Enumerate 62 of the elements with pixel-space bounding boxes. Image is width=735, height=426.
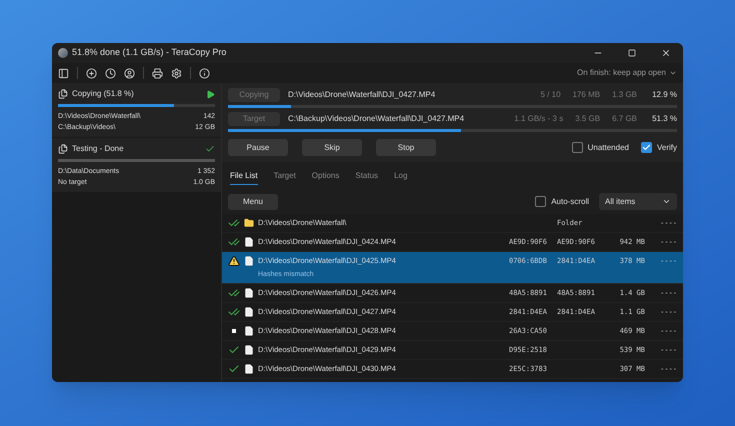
tab[interactable]: Log xyxy=(394,170,408,185)
file-icon xyxy=(244,288,254,298)
progress-stat: 176 MB xyxy=(572,89,600,101)
play-icon xyxy=(206,90,215,98)
file-icon xyxy=(244,345,254,355)
checkbox[interactable] xyxy=(535,196,546,207)
on-finish-dropdown[interactable]: On finish: keep app open xyxy=(577,67,677,79)
clock-icon[interactable] xyxy=(105,68,116,78)
file-icon xyxy=(244,307,254,317)
file-icon xyxy=(244,237,254,247)
double-check-icon xyxy=(228,236,240,248)
warning-icon xyxy=(228,255,240,267)
progress-stat: 3.5 GB xyxy=(575,113,600,125)
checkbox-label: Auto-scroll xyxy=(551,196,589,208)
job-title: Testing - Done xyxy=(72,143,124,155)
progress-percent: 51.3 % xyxy=(651,113,677,125)
chevron-down-icon xyxy=(669,69,677,77)
check-icon xyxy=(228,344,240,356)
checkbox[interactable] xyxy=(640,142,652,153)
sidebar-toggle-icon[interactable] xyxy=(58,68,69,78)
square-icon xyxy=(232,329,236,333)
close-icon xyxy=(661,48,671,58)
files-icon xyxy=(58,89,68,99)
progress-stat: 6.7 GB xyxy=(612,113,637,125)
folder-icon xyxy=(244,218,254,228)
checkbox-label: Unattended xyxy=(588,142,629,154)
info-icon[interactable] xyxy=(199,68,210,78)
tab[interactable]: Target xyxy=(274,170,296,185)
double-check-icon xyxy=(228,287,240,299)
file-path: C:\Backup\Videos\Drone\Waterfall\DJI_0427.MP4 xyxy=(288,113,464,125)
tab[interactable]: Options xyxy=(312,170,340,185)
double-check-icon xyxy=(228,306,240,318)
progress-percent: 12.9 % xyxy=(651,89,677,101)
settings-icon[interactable] xyxy=(171,68,182,78)
job-title: Copying (51.8 %) xyxy=(72,88,134,100)
action-button[interactable]: Stop xyxy=(376,139,436,156)
file-icon xyxy=(244,256,254,266)
app-logo-icon xyxy=(58,48,68,58)
tab[interactable]: File List xyxy=(230,170,258,185)
checkbox-label: Verify xyxy=(656,142,677,154)
progress-stat: 1.3 GB xyxy=(612,89,637,101)
tab[interactable]: Status xyxy=(355,170,378,185)
user-icon[interactable] xyxy=(124,68,135,78)
chevron-down-icon xyxy=(662,197,671,206)
maximize-icon xyxy=(628,49,636,57)
window-title: 51.8% done (1.1 GB/s) - TeraCopy Pro xyxy=(72,46,226,60)
filter-dropdown[interactable]: All items xyxy=(599,193,677,210)
file-icon xyxy=(244,364,254,374)
printer-icon[interactable] xyxy=(152,68,163,78)
files-icon xyxy=(58,144,68,154)
check-icon xyxy=(228,363,240,375)
file-icon xyxy=(244,326,254,336)
checkbox[interactable] xyxy=(572,142,583,153)
action-button[interactable]: Pause xyxy=(228,139,288,156)
progress-stat: 5 / 10 xyxy=(540,89,561,101)
double-check-icon xyxy=(228,217,240,229)
check-icon xyxy=(205,144,215,154)
menu-button[interactable]: Menu xyxy=(228,194,278,210)
file-path: D:\Videos\Drone\Waterfall\DJI_0427.MP4 xyxy=(288,89,436,101)
action-button[interactable]: Skip xyxy=(302,139,362,156)
add-icon[interactable] xyxy=(86,68,97,78)
progress-stat: 1.1 GB/s - 3 s xyxy=(514,113,564,125)
